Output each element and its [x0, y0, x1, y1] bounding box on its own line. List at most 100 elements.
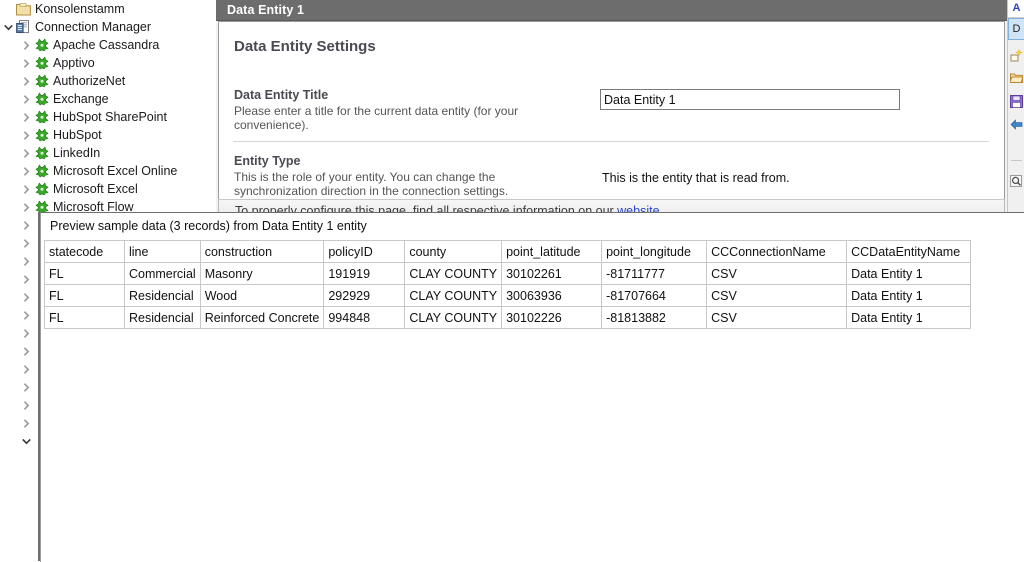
- chevron-right-icon[interactable]: [20, 414, 33, 432]
- cell-county[interactable]: CLAY COUNTY: [405, 285, 502, 307]
- chevron-right-icon[interactable]: [20, 126, 33, 144]
- divider: [233, 141, 989, 142]
- cell-policyID[interactable]: 292929: [324, 285, 405, 307]
- cell-point_latitude[interactable]: 30063936: [502, 285, 602, 307]
- chevron-right-icon[interactable]: [20, 342, 33, 360]
- connector-icon: [33, 108, 50, 126]
- connector-icon: [33, 144, 50, 162]
- cell-line[interactable]: Residencial: [125, 285, 201, 307]
- cell-construction[interactable]: Wood: [200, 285, 324, 307]
- chevron-right-icon[interactable]: [20, 54, 33, 72]
- cell-point_latitude[interactable]: 30102261: [502, 263, 602, 285]
- tree-item-apptivo[interactable]: Apptivo: [0, 54, 214, 72]
- cell-CCDataEntityName[interactable]: Data Entity 1: [847, 263, 971, 285]
- table-row[interactable]: FLResidencialWood292929CLAY COUNTY300639…: [45, 285, 971, 307]
- cell-statecode[interactable]: FL: [45, 307, 125, 329]
- chevron-right-icon[interactable]: [20, 216, 33, 234]
- cell-line[interactable]: Residencial: [125, 307, 201, 329]
- tree-item-hubspot-sharepoint[interactable]: HubSpot SharePoint: [0, 108, 214, 126]
- data-entity-title-input[interactable]: [600, 89, 900, 110]
- cell-statecode[interactable]: FL: [45, 263, 125, 285]
- chevron-right-icon[interactable]: [20, 252, 33, 270]
- cell-CCConnectionName[interactable]: CSV: [707, 263, 847, 285]
- search-icon[interactable]: [1008, 170, 1024, 192]
- tree-item-exchange[interactable]: Exchange: [0, 90, 214, 108]
- field-description-entity-type: This is the role of your entity. You can…: [234, 169, 524, 198]
- save-disk-icon[interactable]: [1008, 90, 1024, 112]
- chevron-right-icon[interactable]: [20, 396, 33, 414]
- chevron-right-icon[interactable]: [20, 360, 33, 378]
- dock-tab-d-selected[interactable]: D: [1008, 18, 1024, 40]
- chevron-right-icon[interactable]: [20, 108, 33, 126]
- cell-county[interactable]: CLAY COUNTY: [405, 263, 502, 285]
- cell-policyID[interactable]: 191919: [324, 263, 405, 285]
- chevron-right-icon[interactable]: [20, 180, 33, 198]
- column-header-line[interactable]: line: [125, 241, 201, 263]
- field-label-entity-type: Entity Type: [234, 154, 524, 169]
- cell-statecode[interactable]: FL: [45, 285, 125, 307]
- chevron-right-icon[interactable]: [20, 324, 33, 342]
- new-item-star-icon[interactable]: [1008, 44, 1024, 66]
- chevron-right-icon[interactable]: [20, 270, 33, 288]
- cell-CCDataEntityName[interactable]: Data Entity 1: [847, 285, 971, 307]
- column-header-statecode[interactable]: statecode: [45, 241, 125, 263]
- chevron-right-icon[interactable]: [20, 306, 33, 324]
- chevron-right-icon[interactable]: [20, 72, 33, 90]
- chevron-right-icon[interactable]: [20, 198, 33, 216]
- preview-data-grid[interactable]: statecodelineconstructionpolicyIDcountyp…: [44, 240, 971, 329]
- chevron-right-icon[interactable]: [20, 36, 33, 54]
- cell-point_longitude[interactable]: -81707664: [602, 285, 707, 307]
- column-header-point_longitude[interactable]: point_longitude: [602, 241, 707, 263]
- chevron-down-icon[interactable]: [2, 18, 15, 36]
- tree-item-label: Connection Manager: [32, 18, 151, 36]
- cell-line[interactable]: Commercial: [125, 263, 201, 285]
- tree-item-microsoft-excel[interactable]: Microsoft Excel: [0, 180, 214, 198]
- tree-item-microsoft-excel-online[interactable]: Microsoft Excel Online: [0, 162, 214, 180]
- tab-data-entity-1[interactable]: Data Entity 1: [227, 3, 304, 17]
- field-description-data-entity-title: Please enter a title for the current dat…: [234, 103, 524, 132]
- tree-item-label: Apache Cassandra: [50, 36, 159, 54]
- tree-item-hubspot[interactable]: HubSpot: [0, 126, 214, 144]
- tree-item-apache-cassandra[interactable]: Apache Cassandra: [0, 36, 214, 54]
- chevron-right-icon[interactable]: [20, 234, 33, 252]
- back-arrow-icon[interactable]: [1008, 113, 1024, 135]
- data-entity-settings-panel: Data Entity Settings Data Entity Title P…: [218, 21, 1005, 201]
- chevron-down-icon[interactable]: [20, 432, 33, 450]
- table-row[interactable]: FLCommercialMasonry191919CLAY COUNTY3010…: [45, 263, 971, 285]
- tab-bar: Data Entity 1: [216, 0, 1007, 21]
- column-header-CCConnectionName[interactable]: CCConnectionName: [707, 241, 847, 263]
- column-header-point_latitude[interactable]: point_latitude: [502, 241, 602, 263]
- chevron-right-icon[interactable]: [20, 144, 33, 162]
- cell-construction[interactable]: Masonry: [200, 263, 324, 285]
- cell-point_longitude[interactable]: -81813882: [602, 307, 707, 329]
- cell-CCConnectionName[interactable]: CSV: [707, 285, 847, 307]
- cell-CCConnectionName[interactable]: CSV: [707, 307, 847, 329]
- column-header-policyID[interactable]: policyID: [324, 241, 405, 263]
- table-row[interactable]: FLResidencialReinforced Concrete994848CL…: [45, 307, 971, 329]
- cell-policyID[interactable]: 994848: [324, 307, 405, 329]
- preview-header: Preview sample data (3 records) from Dat…: [41, 213, 1024, 240]
- tree-item-label: HubSpot SharePoint: [50, 108, 167, 126]
- chevron-right-icon[interactable]: [20, 90, 33, 108]
- column-header-county[interactable]: county: [405, 241, 502, 263]
- dock-tab-a[interactable]: A: [1008, 0, 1024, 18]
- tree-item-linkedin[interactable]: LinkedIn: [0, 144, 214, 162]
- cell-point_longitude[interactable]: -81711777: [602, 263, 707, 285]
- tree-item-label: LinkedIn: [50, 144, 100, 162]
- tree-item-connection-manager[interactable]: Connection Manager: [0, 18, 214, 36]
- cell-county[interactable]: CLAY COUNTY: [405, 307, 502, 329]
- cell-construction[interactable]: Reinforced Concrete: [200, 307, 324, 329]
- tree-item-authorizenet[interactable]: AuthorizeNet: [0, 72, 214, 90]
- column-header-CCDataEntityName[interactable]: CCDataEntityName: [847, 241, 971, 263]
- chevron-right-icon[interactable]: [20, 162, 33, 180]
- cell-point_latitude[interactable]: 30102226: [502, 307, 602, 329]
- cell-CCDataEntityName[interactable]: Data Entity 1: [847, 307, 971, 329]
- field-label-data-entity-title: Data Entity Title: [234, 88, 524, 103]
- column-header-construction[interactable]: construction: [200, 241, 324, 263]
- tree-item-root[interactable]: Konsolenstamm: [0, 0, 214, 18]
- application-window: KonsolenstammConnection ManagerApache Ca…: [0, 0, 1024, 561]
- open-folder-icon[interactable]: [1008, 67, 1024, 89]
- chevron-right-icon[interactable]: [20, 378, 33, 396]
- chevron-right-icon[interactable]: [20, 288, 33, 306]
- tree-item-label: Konsolenstamm: [32, 0, 125, 18]
